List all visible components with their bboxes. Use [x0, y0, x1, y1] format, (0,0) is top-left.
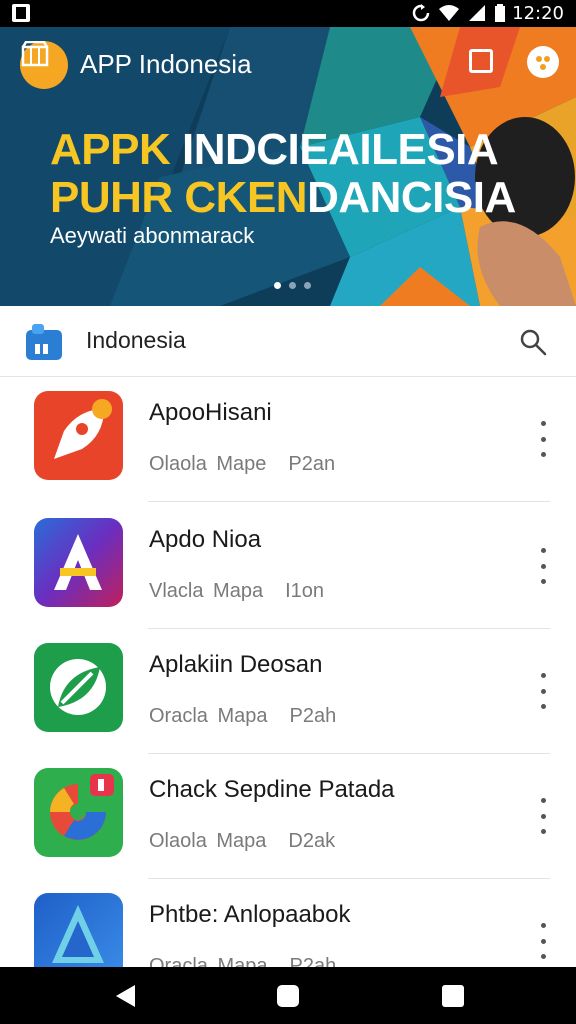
sync-icon	[412, 4, 430, 22]
carousel-dot[interactable]	[274, 282, 281, 289]
rocket-app-icon	[34, 391, 123, 480]
hero-headline-line1: APPK INDCIEAILESIA	[50, 125, 499, 174]
home-icon[interactable]	[277, 985, 299, 1007]
app-meta: Olaola Mapa D2ak	[149, 830, 336, 852]
list-item[interactable]: ApooHisani Olaola Mape P2an	[0, 377, 576, 502]
more-options-button[interactable]	[533, 673, 553, 709]
leaf-app-icon	[34, 643, 123, 732]
app-logo	[20, 41, 68, 89]
carousel-indicator[interactable]	[274, 282, 311, 289]
app-meta: Vlacla Mapa I1on	[149, 580, 325, 602]
app-meta: Olaola Mape P2an	[149, 453, 336, 475]
battery-icon	[495, 4, 505, 22]
divider	[148, 501, 550, 502]
category-label[interactable]: Indonesia	[86, 327, 186, 354]
more-options-button[interactable]	[533, 421, 553, 457]
list-item[interactable]: Aplakiin Deosan Oracla Mapa P2ah	[0, 629, 576, 754]
notification-icon	[12, 4, 30, 22]
menu-dots-icon	[536, 56, 550, 70]
window-button[interactable]	[469, 49, 493, 73]
shop-category-icon[interactable]	[26, 322, 62, 360]
hero-headline-line2: PUHR CKENDANCISIA	[50, 173, 516, 222]
chat-app-icon	[34, 768, 123, 857]
search-icon[interactable]	[519, 328, 547, 356]
carousel-dot[interactable]	[304, 282, 311, 289]
hero-banner[interactable]: APP Indonesia APPK INDCIEAILESIA PUHR CK…	[0, 27, 576, 306]
app-name: Chack Sepdine Patada	[149, 776, 395, 803]
more-options-button[interactable]	[533, 548, 553, 584]
app-name: ApooHisani	[149, 399, 272, 426]
profile-menu-button[interactable]	[527, 46, 559, 78]
app-title: APP Indonesia	[80, 49, 252, 79]
category-bar: Indonesia	[0, 306, 576, 377]
recent-apps-icon[interactable]	[442, 985, 464, 1007]
back-icon[interactable]	[116, 985, 135, 1007]
signal-icon	[469, 5, 485, 21]
store-logo-icon	[21, 41, 49, 67]
app-name: Apdo Nioa	[149, 526, 262, 553]
app-name: Phtbe: Anlopaabok	[149, 901, 351, 928]
carousel-dot[interactable]	[289, 282, 296, 289]
app-name: Aplakiin Deosan	[149, 651, 323, 678]
app-meta: Oracla Mapa P2ah	[149, 705, 337, 727]
list-item[interactable]: Chack Sepdine Patada Olaola Mapa D2ak	[0, 754, 576, 879]
more-options-button[interactable]	[533, 798, 553, 834]
more-options-button[interactable]	[533, 923, 553, 959]
hero-subtitle: Aeywati abonmarack	[50, 223, 255, 248]
letter-a-app-icon	[34, 518, 123, 607]
wifi-icon	[439, 5, 459, 21]
status-bar: 12:20	[0, 0, 576, 27]
navigation-bar	[0, 967, 576, 1024]
list-item[interactable]: Apdo Nioa Vlacla Mapa I1on	[0, 504, 576, 629]
clock: 12:20	[512, 3, 564, 24]
